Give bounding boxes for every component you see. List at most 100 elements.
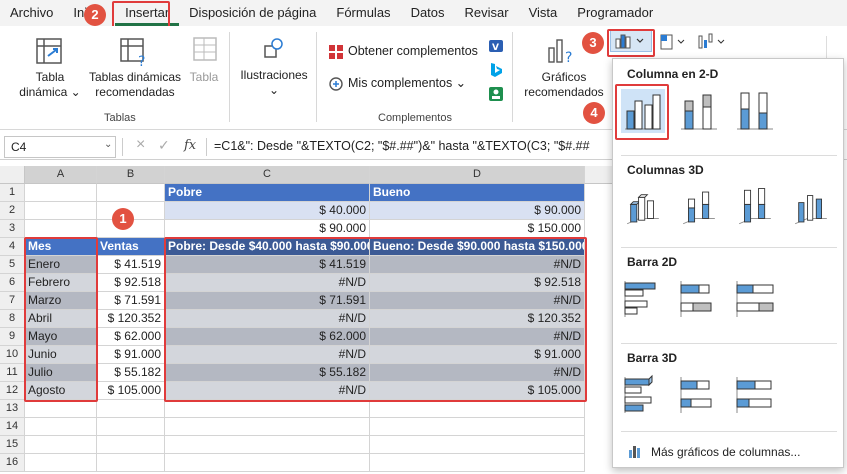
cell-a[interactable] [25, 220, 97, 238]
cell-d[interactable]: $ 150.000 [370, 220, 585, 238]
tablas-recomendadas-button[interactable]: Tablas dinámicas recomendadas [86, 70, 184, 100]
cell-b[interactable]: $ 92.518 [97, 274, 165, 292]
cell-b[interactable] [97, 418, 165, 436]
3d-stacked-column-icon[interactable] [677, 185, 721, 229]
row-header[interactable]: 9 [0, 328, 25, 346]
cell-b[interactable] [97, 454, 165, 472]
cell-b[interactable]: Ventas [97, 238, 165, 256]
row-header[interactable]: 1 [0, 184, 25, 202]
hierarchy-chart-icon[interactable] [658, 32, 688, 52]
name-box-dropdown-icon[interactable]: ⌄ [104, 139, 112, 150]
3d-stacked-bar-icon[interactable] [677, 373, 721, 417]
cell-d[interactable] [370, 400, 585, 418]
row-header[interactable]: 12 [0, 382, 25, 400]
row-header[interactable]: 10 [0, 346, 25, 364]
tab-archivo[interactable]: Archivo [0, 2, 63, 26]
100-stacked-bar-icon[interactable] [733, 277, 777, 321]
table-row: 3 $ 90.000 $ 150.000 [0, 220, 620, 238]
clustered-column-highlight [615, 84, 669, 140]
cell-c[interactable]: Pobre [165, 184, 370, 202]
3d-100-stacked-column-icon[interactable] [733, 185, 777, 229]
cell-d[interactable] [370, 418, 585, 436]
column-header-c[interactable]: C [165, 166, 370, 184]
clustered-bar-icon[interactable] [621, 277, 665, 321]
tab-formulas[interactable]: Fórmulas [326, 2, 400, 26]
more-column-charts-link[interactable]: Más gráficos de columnas... [651, 445, 800, 459]
cell-b[interactable]: $ 105.000 [97, 382, 165, 400]
cell-b[interactable] [97, 436, 165, 454]
formula-input[interactable]: =C1&": Desde "&TEXTO(C2; "$#.##")&" hast… [214, 139, 590, 153]
row-header[interactable]: 14 [0, 418, 25, 436]
tab-disposicion[interactable]: Disposición de página [179, 2, 326, 26]
column-header-a[interactable]: A [25, 166, 97, 184]
stacked-bar-icon[interactable] [677, 277, 721, 321]
cell-a[interactable] [25, 454, 97, 472]
3d-100-stacked-bar-icon[interactable] [733, 373, 777, 417]
row-header[interactable]: 2 [0, 202, 25, 220]
select-all-corner[interactable] [0, 166, 25, 184]
tab-programador[interactable]: Programador [567, 2, 663, 26]
name-box[interactable]: C4 [4, 136, 116, 158]
3d-column-icon[interactable] [789, 185, 833, 229]
confirm-icon[interactable]: ✓ [158, 137, 170, 154]
ilustraciones-button[interactable]: Ilustraciones ⌄ [238, 68, 310, 98]
row-header[interactable]: 7 [0, 292, 25, 310]
cell-d[interactable] [370, 436, 585, 454]
cell-b[interactable]: $ 71.591 [97, 292, 165, 310]
obtener-complementos-button[interactable]: Obtener complementos [348, 44, 478, 59]
3d-clustered-bar-icon[interactable] [621, 373, 665, 417]
cell-d[interactable]: $ 90.000 [370, 202, 585, 220]
people-graph-icon[interactable] [488, 86, 504, 102]
100-stacked-column-icon[interactable] [733, 89, 777, 133]
row-header[interactable]: 16 [0, 454, 25, 472]
cell-a[interactable] [25, 400, 97, 418]
column-header-e[interactable] [585, 166, 615, 184]
3d-clustered-column-icon[interactable] [621, 185, 665, 229]
cell-b[interactable]: $ 41.519 [97, 256, 165, 274]
row-header[interactable]: 5 [0, 256, 25, 274]
row-header[interactable]: 8 [0, 310, 25, 328]
bing-icon[interactable] [488, 62, 504, 78]
tab-vista[interactable]: Vista [519, 2, 568, 26]
cell-b[interactable]: $ 62.000 [97, 328, 165, 346]
cell-c[interactable]: $ 40.000 [165, 202, 370, 220]
row-header[interactable]: 15 [0, 436, 25, 454]
cell-d[interactable] [370, 454, 585, 472]
cell-b[interactable]: $ 120.352 [97, 310, 165, 328]
row-header[interactable]: 13 [0, 400, 25, 418]
cell-c[interactable] [165, 436, 370, 454]
waterfall-chart-icon[interactable] [696, 32, 730, 52]
insert-function-icon[interactable]: fx [184, 138, 196, 153]
row-header[interactable]: 3 [0, 220, 25, 238]
cell-a[interactable] [25, 436, 97, 454]
row-header[interactable]: 6 [0, 274, 25, 292]
cell-a[interactable] [25, 418, 97, 436]
cell-b[interactable] [97, 184, 165, 202]
cancel-icon[interactable]: × [136, 136, 145, 154]
graficos-recomendados-button[interactable]: Gráficos recomendados [520, 70, 608, 100]
tabla-button[interactable]: Tabla [186, 70, 222, 85]
column-header-d[interactable]: D [370, 166, 585, 184]
stacked-column-icon[interactable] [677, 89, 721, 133]
shapes-icon [264, 38, 283, 58]
tabla-dinamica-button[interactable]: Tabla dinámica ⌄ [16, 70, 84, 100]
row-header[interactable]: 4 [0, 238, 25, 256]
cell-c[interactable] [165, 418, 370, 436]
tab-datos[interactable]: Datos [401, 2, 455, 26]
cell-d[interactable]: Bueno [370, 184, 585, 202]
cell-c[interactable] [165, 400, 370, 418]
recommended-charts-icon: ? [548, 39, 572, 66]
cell-b[interactable]: $ 91.000 [97, 346, 165, 364]
visio-icon[interactable]: V [488, 38, 504, 54]
mis-complementos-button[interactable]: Mis complementos ⌄ [348, 76, 466, 91]
column-header-b[interactable]: B [97, 166, 165, 184]
cell-b[interactable] [97, 400, 165, 418]
cell-c[interactable]: $ 90.000 [165, 220, 370, 238]
store-icon [329, 45, 343, 59]
cell-a[interactable] [25, 202, 97, 220]
cell-c[interactable] [165, 454, 370, 472]
cell-a[interactable] [25, 184, 97, 202]
row-header[interactable]: 11 [0, 364, 25, 382]
tab-revisar[interactable]: Revisar [455, 2, 519, 26]
cell-b[interactable]: $ 55.182 [97, 364, 165, 382]
